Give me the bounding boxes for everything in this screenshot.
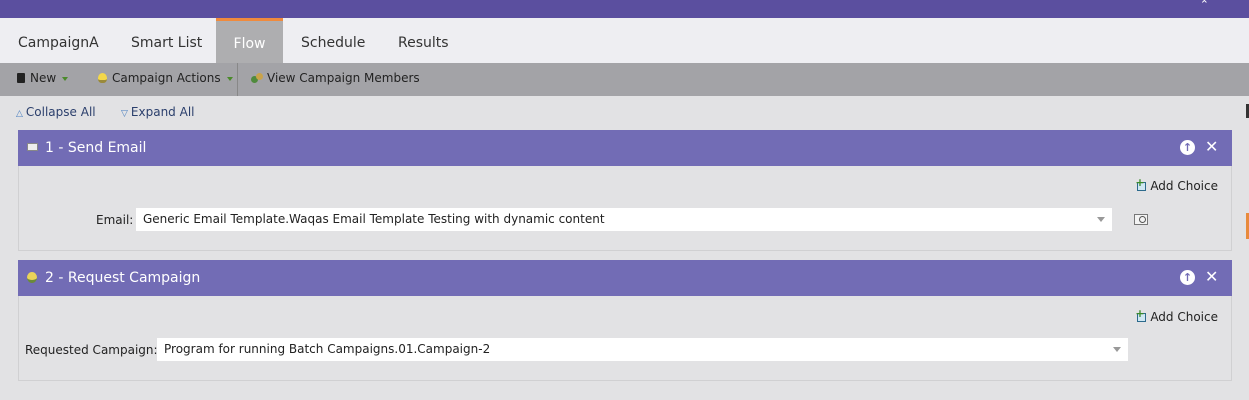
step-title: 1 - Send Email — [45, 140, 147, 156]
new-document-icon — [17, 73, 25, 83]
bulb-icon — [27, 272, 37, 283]
email-select[interactable]: Generic Email Template.Waqas Email Templ… — [136, 208, 1112, 231]
campaign-actions-label: Campaign Actions — [112, 71, 221, 85]
dropdown-arrow-icon — [226, 76, 233, 81]
flow-step-send-email: 1 - Send Email ↑ ✕ Add Choice Email: Gen… — [18, 130, 1232, 251]
add-choice-button[interactable]: Add Choice — [1135, 176, 1218, 193]
view-members-label: View Campaign Members — [267, 71, 420, 85]
step-body: Add Choice Requested Campaign: Program f… — [18, 296, 1232, 381]
email-select-value: Generic Email Template.Waqas Email Templ… — [143, 212, 605, 226]
view-campaign-members-button[interactable]: View Campaign Members — [251, 63, 420, 96]
email-field-label: Email: — [96, 213, 134, 227]
dropdown-arrow-icon — [62, 76, 69, 81]
collapse-all-button[interactable]: △ Collapse All — [16, 105, 96, 119]
tab-results[interactable]: Results — [398, 18, 449, 63]
people-icon — [251, 73, 264, 84]
new-button-label: New — [30, 71, 57, 85]
dropdown-arrow-icon — [1113, 347, 1121, 352]
menu-caret-icon[interactable]: ⌃ — [1200, 0, 1209, 11]
lightbulb-icon — [98, 73, 107, 83]
add-choice-icon — [1135, 307, 1147, 322]
add-choice-button[interactable]: Add Choice — [1135, 307, 1218, 324]
flow-step-request-campaign: 2 - Request Campaign ↑ ✕ Add Choice Requ… — [18, 260, 1232, 381]
add-choice-label: Add Choice — [1150, 310, 1218, 324]
campaign-actions-button[interactable]: Campaign Actions — [98, 63, 233, 96]
step-title: 2 - Request Campaign — [45, 270, 201, 286]
tab-bar: CampaignA Smart List Flow Schedule Resul… — [0, 18, 1249, 63]
email-icon — [27, 143, 38, 151]
add-choice-icon — [1135, 176, 1147, 191]
tab-flow[interactable]: Flow — [216, 18, 283, 63]
top-header-bar: ⌃ — [0, 0, 1249, 18]
dropdown-arrow-icon — [1097, 217, 1105, 222]
flow-controls: △ Collapse All ▽ Expand All — [0, 96, 1249, 130]
toolbar-divider — [237, 63, 238, 96]
tab-schedule[interactable]: Schedule — [301, 18, 365, 63]
chevron-up-icon: △ — [16, 109, 23, 119]
move-up-icon[interactable]: ↑ — [1180, 270, 1195, 285]
toolbar: New Campaign Actions View Campaign Membe… — [0, 63, 1249, 96]
step-header[interactable]: 2 - Request Campaign ↑ ✕ — [18, 260, 1232, 296]
step-header[interactable]: 1 - Send Email ↑ ✕ — [18, 130, 1232, 166]
close-icon[interactable]: ✕ — [1205, 267, 1218, 287]
requested-campaign-select[interactable]: Program for running Batch Campaigns.01.C… — [157, 338, 1128, 361]
expand-all-button[interactable]: ▽ Expand All — [121, 105, 195, 119]
new-button[interactable]: New — [17, 63, 69, 96]
step-body: Add Choice Email: Generic Email Template… — [18, 166, 1232, 251]
expand-all-label: Expand All — [130, 105, 195, 119]
collapse-all-label: Collapse All — [25, 105, 96, 119]
requested-campaign-label: Requested Campaign: — [25, 343, 158, 357]
email-preview-icon[interactable] — [1134, 214, 1148, 225]
add-choice-label: Add Choice — [1150, 179, 1218, 193]
close-icon[interactable]: ✕ — [1205, 137, 1218, 157]
chevron-down-icon: ▽ — [121, 109, 128, 119]
requested-campaign-value: Program for running Batch Campaigns.01.C… — [164, 342, 491, 356]
tab-campaigna[interactable]: CampaignA — [18, 18, 99, 63]
tab-smart-list[interactable]: Smart List — [131, 18, 202, 63]
move-up-icon[interactable]: ↑ — [1180, 140, 1195, 155]
